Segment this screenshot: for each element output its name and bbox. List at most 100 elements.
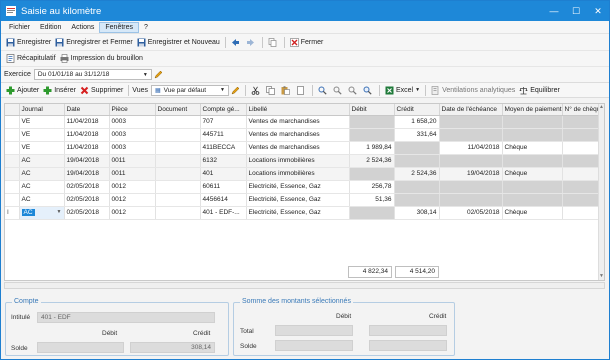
cell-date[interactable]: 02/05/2018 xyxy=(64,180,110,194)
scroll-up-icon[interactable]: ▲ xyxy=(599,104,604,111)
forward-button[interactable] xyxy=(244,38,259,47)
cell-document[interactable] xyxy=(155,154,201,168)
column-header-compte[interactable]: Compte gé... xyxy=(200,104,247,116)
cell-debit[interactable] xyxy=(349,128,395,142)
cell-piece[interactable]: 0012 xyxy=(109,180,156,194)
cell-document[interactable] xyxy=(155,180,201,194)
cell-moyen-paiement[interactable] xyxy=(502,154,563,168)
menu-actions[interactable]: Actions xyxy=(66,23,99,32)
cell-credit[interactable]: 308,14 xyxy=(394,206,440,220)
column-header-journal[interactable]: Journal xyxy=(19,104,65,116)
cell-moyen-paiement[interactable] xyxy=(502,180,563,194)
menu-fenetres[interactable]: Fenêtres xyxy=(99,21,140,33)
cell-numero-cheque[interactable] xyxy=(562,193,600,207)
maximize-button[interactable]: ☐ xyxy=(565,1,587,21)
exercise-select[interactable]: Du 01/01/18 au 31/12/18 ▼ xyxy=(33,69,152,80)
cell-journal[interactable]: AC xyxy=(19,154,65,168)
cell-debit[interactable]: 1 989,84 xyxy=(349,141,395,155)
cell-journal[interactable]: AC xyxy=(19,193,65,207)
scroll-down-icon[interactable]: ▼ xyxy=(599,273,604,280)
save-button[interactable]: Enregistrer xyxy=(4,38,53,47)
cell-credit[interactable] xyxy=(394,193,440,207)
zoom-button[interactable] xyxy=(361,86,376,95)
column-header-debit[interactable]: Débit xyxy=(349,104,395,116)
cell-libelle[interactable]: Electricité, Essence, Gaz xyxy=(246,206,350,220)
cell-libelle[interactable]: Ventes de marchandises xyxy=(246,141,350,155)
view-select[interactable]: ▦ Vue par défaut ▼ xyxy=(150,84,229,96)
cell-compte[interactable]: 411BECCA xyxy=(200,141,247,155)
column-header-libelle[interactable]: Libellé xyxy=(246,104,350,116)
chevron-down-icon[interactable]: ▼ xyxy=(57,209,62,215)
cell-moyen-paiement[interactable] xyxy=(502,193,563,207)
duplicate-button[interactable] xyxy=(294,85,309,95)
cell-journal[interactable]: AC xyxy=(19,180,65,194)
print-draft-button[interactable]: Impression du brouillon xyxy=(58,54,145,63)
cell-credit[interactable]: 2 524,36 xyxy=(394,167,440,181)
cell-moyen-paiement[interactable]: Chèque xyxy=(502,141,563,155)
cell-compte[interactable]: 401 xyxy=(200,167,247,181)
column-header-numero-cheque[interactable]: N° de chèque xyxy=(562,104,600,116)
cell-date[interactable]: 19/04/2018 xyxy=(64,154,110,168)
cell-compte[interactable]: 4456614 xyxy=(200,193,247,207)
cell-moyen-paiement[interactable]: Chèque xyxy=(502,167,563,181)
table-row[interactable]: AC 19/04/2018 0011 401 Locations immobil… xyxy=(5,167,600,181)
cell-echeance[interactable]: 19/04/2018 xyxy=(439,167,503,181)
cell-moyen-paiement[interactable]: Chèque xyxy=(502,206,563,220)
cell-journal[interactable]: VE xyxy=(19,115,65,129)
recap-button[interactable]: Récapitulatif xyxy=(4,54,58,63)
ventilations-button[interactable]: Ventilations analytiques xyxy=(429,85,517,95)
horizontal-scrollbar[interactable] xyxy=(4,282,605,289)
cell-piece[interactable]: 0003 xyxy=(109,115,156,129)
table-row-current[interactable]: I AC ▼ 02/05/2018 0012 401 - EDF-... Ele… xyxy=(5,206,600,220)
add-button[interactable]: Ajouter xyxy=(4,86,41,95)
cell-echeance[interactable] xyxy=(439,115,503,129)
cell-echeance[interactable] xyxy=(439,154,503,168)
menu-fichier[interactable]: Fichier xyxy=(4,23,35,32)
cell-compte[interactable]: 6132 xyxy=(200,154,247,168)
pencil-icon[interactable] xyxy=(231,86,240,95)
cell-numero-cheque[interactable] xyxy=(562,115,600,129)
menu-edition[interactable]: Edition xyxy=(35,23,66,32)
cell-debit[interactable] xyxy=(349,206,395,220)
cell-date[interactable]: 19/04/2018 xyxy=(64,167,110,181)
insert-button[interactable]: Insérer xyxy=(41,86,78,95)
cell-journal[interactable]: VE xyxy=(19,128,65,142)
cell-credit[interactable]: 1 658,20 xyxy=(394,115,440,129)
column-header-credit[interactable]: Crédit xyxy=(394,104,440,116)
cell-libelle[interactable]: Electricité, Essence, Gaz xyxy=(246,180,350,194)
cell-libelle[interactable]: Electricité, Essence, Gaz xyxy=(246,193,350,207)
cell-credit[interactable] xyxy=(394,141,440,155)
cell-date[interactable]: 11/04/2018 xyxy=(64,115,110,129)
table-row[interactable]: AC 02/05/2018 0012 60611 Electricité, Es… xyxy=(5,180,600,194)
cell-numero-cheque[interactable] xyxy=(562,128,600,142)
cell-credit[interactable] xyxy=(394,180,440,194)
cell-compte[interactable]: 60611 xyxy=(200,180,247,194)
balance-button[interactable]: Equilibrer xyxy=(517,86,562,95)
cell-numero-cheque[interactable] xyxy=(562,180,600,194)
save-and-close-button[interactable]: Enregistrer et Fermer xyxy=(53,38,135,47)
cell-journal[interactable]: AC ▼ xyxy=(19,206,65,220)
close-window-button[interactable]: ✕ xyxy=(587,1,609,21)
table-row[interactable]: AC 02/05/2018 0012 4456614 Electricité, … xyxy=(5,193,600,207)
cell-compte[interactable]: 445711 xyxy=(200,128,247,142)
save-and-new-button[interactable]: Enregistrer et Nouveau xyxy=(135,38,222,47)
cell-date[interactable]: 11/04/2018 xyxy=(64,128,110,142)
cell-credit[interactable] xyxy=(394,154,440,168)
excel-button[interactable]: Excel ▼ xyxy=(383,86,422,95)
cell-piece[interactable]: 0012 xyxy=(109,193,156,207)
cell-document[interactable] xyxy=(155,193,201,207)
cell-echeance[interactable] xyxy=(439,193,503,207)
menu-help[interactable]: ? xyxy=(139,23,153,32)
cell-debit[interactable] xyxy=(349,167,395,181)
cell-piece[interactable]: 0012 xyxy=(109,206,156,220)
cell-moyen-paiement[interactable] xyxy=(502,115,563,129)
cell-debit[interactable]: 51,36 xyxy=(349,193,395,207)
close-button[interactable]: Fermer xyxy=(288,37,326,47)
cell-echeance[interactable]: 11/04/2018 xyxy=(439,141,503,155)
pencil-icon[interactable] xyxy=(154,70,163,79)
cell-debit[interactable] xyxy=(349,115,395,129)
cell-document[interactable] xyxy=(155,128,201,142)
cell-echeance[interactable] xyxy=(439,180,503,194)
cell-journal[interactable]: AC xyxy=(19,167,65,181)
cell-document[interactable] xyxy=(155,206,201,220)
